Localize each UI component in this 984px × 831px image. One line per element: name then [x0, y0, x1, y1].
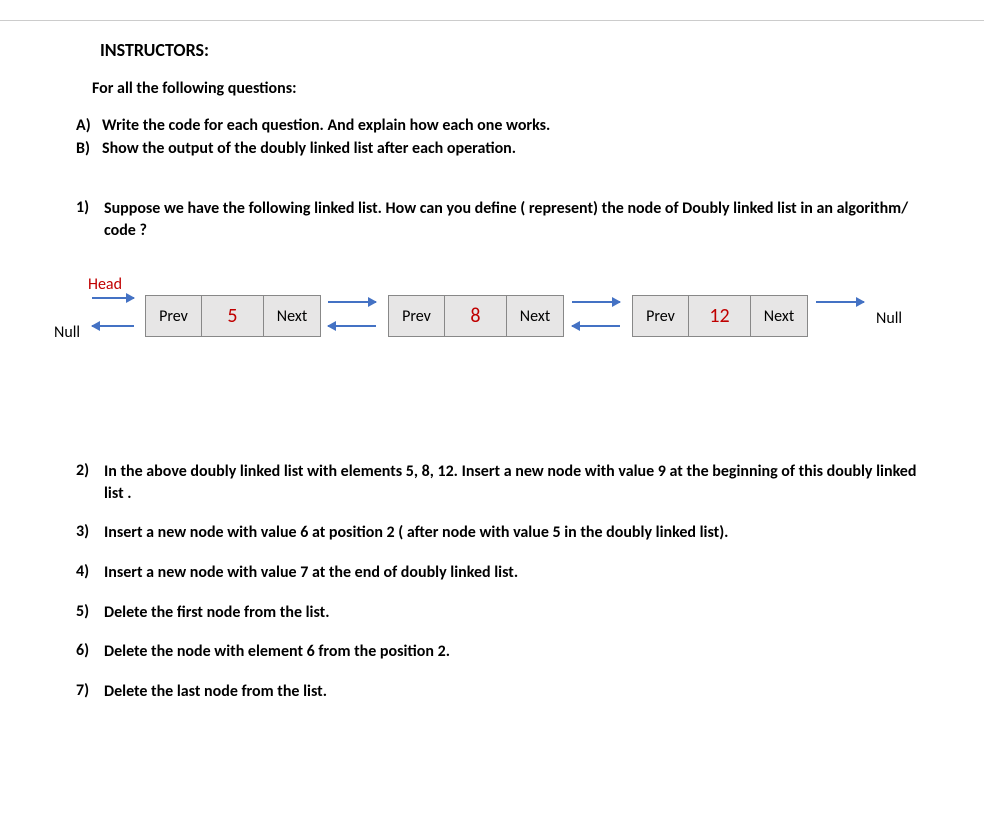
node-value: 12 [689, 296, 751, 336]
question-label: 4) [76, 562, 104, 584]
next-arrow-icon [328, 301, 376, 303]
node-next-label: Next [507, 296, 563, 336]
question-text: Insert a new node with value 6 at positi… [104, 522, 728, 544]
question-label: 5) [76, 602, 104, 624]
node-prev-label: Prev [633, 296, 689, 336]
page-title: INSTRUCTORS: [100, 39, 924, 61]
node-next-label: Next [751, 296, 807, 336]
lettered-list: A) Write the code for each question. And… [76, 116, 924, 158]
null-label-right: Null [876, 309, 902, 328]
node-prev-label: Prev [146, 296, 202, 336]
questions-list: 2) In the above doubly linked list with … [60, 461, 924, 702]
prev-arrow-icon [328, 325, 376, 327]
question-row: 1) Suppose we have the following linked … [60, 198, 924, 241]
letter-text-b: Show the output of the doubly linked lis… [102, 139, 516, 158]
node-value: 5 [202, 296, 264, 336]
question-text: Delete the last node from the list. [104, 681, 327, 703]
question-label: 7) [76, 681, 104, 703]
node-value: 8 [445, 296, 507, 336]
letter-label-b: B) [76, 139, 102, 158]
question-label: 6) [76, 641, 104, 663]
lettered-item: A) Write the code for each question. And… [76, 116, 924, 135]
node-box: Prev 5 Next [145, 295, 321, 337]
prev-arrow-icon [572, 325, 620, 327]
question-row: 3) Insert a new node with value 6 at pos… [60, 522, 924, 544]
lettered-item: B) Show the output of the doubly linked … [76, 139, 924, 158]
top-divider [0, 20, 984, 21]
node-box: Prev 12 Next [632, 295, 808, 337]
head-arrow-icon [92, 297, 134, 299]
question-row: 5) Delete the first node from the list. [60, 602, 924, 624]
question-text: Insert a new node with value 7 at the en… [104, 562, 518, 584]
question-text-1: Suppose we have the following linked lis… [104, 198, 924, 241]
next-arrow-icon [572, 301, 620, 303]
question-label-1: 1) [76, 198, 104, 241]
linked-list-diagram: Head Null Null Prev 5 Next Prev 8 Next P… [50, 281, 924, 401]
question-label: 2) [76, 461, 104, 504]
next-arrow-icon [816, 301, 864, 303]
subtitle: For all the following questions: [92, 79, 924, 98]
node-prev-label: Prev [389, 296, 445, 336]
node-next-label: Next [264, 296, 320, 336]
question-label: 3) [76, 522, 104, 544]
question-row: 4) Insert a new node with value 7 at the… [60, 562, 924, 584]
question-text: In the above doubly linked list with ele… [104, 461, 924, 504]
node-box: Prev 8 Next [388, 295, 564, 337]
question-text: Delete the node with element 6 from the … [104, 641, 450, 663]
prev-arrow-icon [92, 325, 134, 327]
question-1-block: 1) Suppose we have the following linked … [60, 198, 924, 241]
question-row: 7) Delete the last node from the list. [60, 681, 924, 703]
null-label-left: Null [54, 323, 80, 342]
head-label: Head [88, 275, 122, 294]
letter-text-a: Write the code for each question. And ex… [102, 116, 550, 135]
question-row: 2) In the above doubly linked list with … [60, 461, 924, 504]
question-row: 6) Delete the node with element 6 from t… [60, 641, 924, 663]
letter-label-a: A) [76, 116, 102, 135]
question-text: Delete the first node from the list. [104, 602, 330, 624]
